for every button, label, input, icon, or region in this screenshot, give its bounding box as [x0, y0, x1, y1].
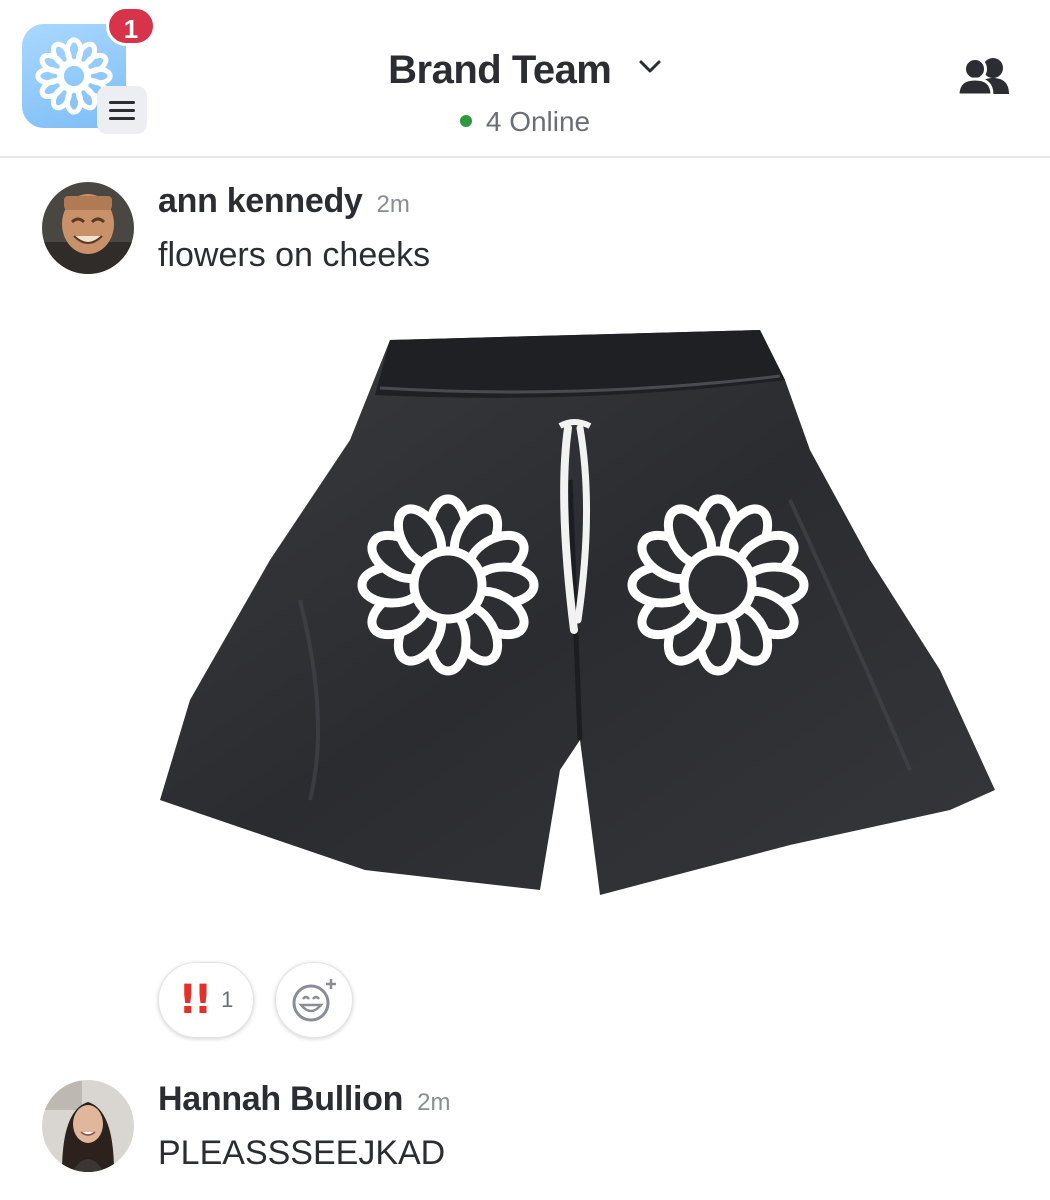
author-name[interactable]: ann kennedy [158, 182, 363, 220]
chat-header: 1 Brand Team 4 Online [0, 0, 1050, 158]
flower-center [409, 546, 487, 624]
attached-image-shorts[interactable] [150, 300, 1010, 940]
avatar-image [42, 182, 134, 274]
chevron-down-icon [639, 60, 661, 73]
menu-button[interactable] [97, 86, 147, 134]
timestamp: 2m [417, 1089, 451, 1116]
channel-title: Brand Team [388, 48, 612, 92]
message-text: flowers on cheeks [158, 236, 431, 274]
add-reaction-button[interactable] [275, 962, 353, 1038]
avatar-image [42, 1080, 134, 1172]
reaction-double-exclamation[interactable]: !! 1 [158, 962, 254, 1038]
timestamp: 2m [376, 191, 410, 218]
menu-line [109, 108, 135, 112]
add-emoji-icon [292, 979, 336, 1022]
menu-line [109, 100, 135, 104]
message-header: Hannah Bullion 2m [158, 1080, 450, 1119]
online-status: 4 Online [300, 106, 750, 138]
double-exclamation-icon: !! [178, 977, 213, 1023]
flower-center [679, 546, 757, 624]
channel-selector[interactable]: Brand Team [300, 48, 750, 93]
online-dot [459, 115, 472, 127]
online-count: 4 Online [485, 106, 591, 137]
message-header: ann kennedy 2m [158, 182, 410, 221]
author-name[interactable]: Hannah Bullion [158, 1080, 403, 1118]
reaction-count: 1 [221, 987, 234, 1012]
notification-badge: 1 [106, 6, 156, 46]
menu-line [109, 116, 135, 120]
message-text: PLEASSSEEJKAD [158, 1134, 446, 1172]
avatar-ann-kennedy[interactable] [42, 182, 134, 274]
members-icon[interactable] [955, 56, 1015, 96]
avatar-hannah-bullion[interactable] [42, 1080, 134, 1172]
